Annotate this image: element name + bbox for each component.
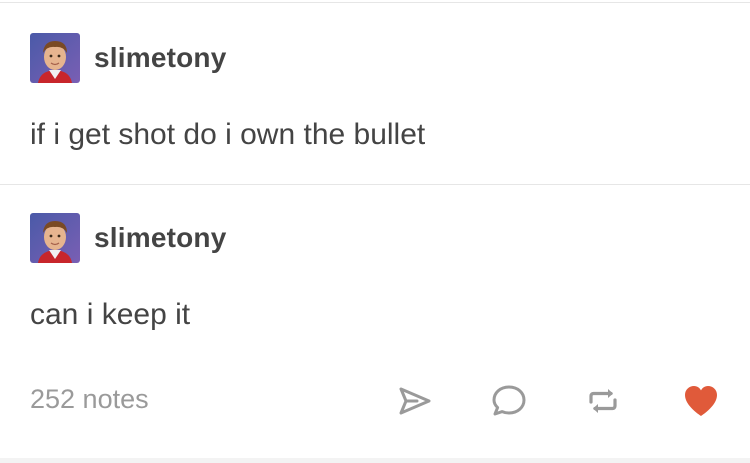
post-footer: 252 notes xyxy=(0,372,750,430)
post-header: slimetony xyxy=(30,32,227,84)
share-button[interactable] xyxy=(392,378,438,424)
reblog-button[interactable] xyxy=(580,378,626,424)
reblog-arrows-icon xyxy=(589,389,617,413)
tumblr-post-screenshot: slimetony if i get shot do i own the bul… xyxy=(0,0,750,463)
post-text: if i get shot do i own the bullet xyxy=(30,118,426,151)
username[interactable]: slimetony xyxy=(94,222,227,254)
reply-button[interactable] xyxy=(486,378,532,424)
avatar[interactable] xyxy=(30,33,80,83)
child-portrait-avatar-icon xyxy=(30,33,80,83)
bottom-divider xyxy=(0,458,750,463)
post-divider xyxy=(0,184,750,185)
post-text: can i keep it xyxy=(30,298,191,331)
paper-plane-icon xyxy=(399,387,431,415)
child-portrait-avatar-icon xyxy=(30,213,80,263)
top-divider xyxy=(0,2,750,3)
speech-bubble-icon xyxy=(492,385,526,416)
username[interactable]: slimetony xyxy=(94,42,227,74)
avatar[interactable] xyxy=(30,213,80,263)
heart-icon xyxy=(685,386,717,416)
post-actions xyxy=(0,378,750,424)
post-header: slimetony xyxy=(30,212,227,264)
like-button[interactable] xyxy=(678,378,724,424)
